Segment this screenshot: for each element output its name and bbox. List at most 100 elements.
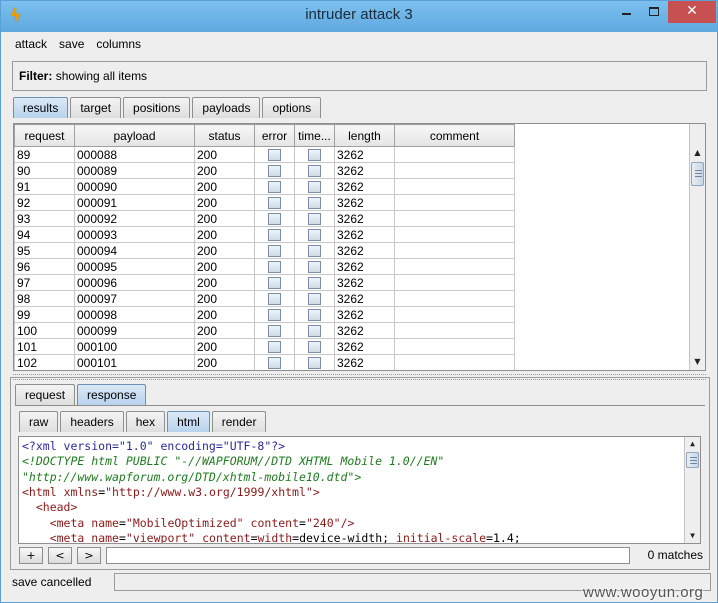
- tab-request[interactable]: request: [15, 384, 76, 405]
- scroll-up-icon[interactable]: ▲: [690, 146, 705, 160]
- cell-comment: [394, 226, 515, 243]
- timeout-checkbox[interactable]: [308, 213, 321, 225]
- maximize-button[interactable]: [640, 1, 668, 23]
- filter-bar[interactable]: Filter: showing all items: [12, 61, 707, 91]
- search-next-button[interactable]: >: [77, 547, 101, 564]
- cell-request: 100: [14, 322, 75, 339]
- error-checkbox[interactable]: [268, 261, 281, 273]
- scroll-thumb[interactable]: [691, 162, 704, 186]
- table-row[interactable]: 99 000098 200 3262: [14, 306, 515, 323]
- tab-target[interactable]: target: [70, 97, 122, 118]
- scroll-down-icon[interactable]: ▼: [690, 355, 705, 369]
- timeout-checkbox[interactable]: [308, 149, 321, 161]
- tab-results[interactable]: results: [13, 97, 69, 118]
- table-row[interactable]: 92 000091 200 3262: [14, 194, 515, 211]
- table-scrollbar[interactable]: ▲ ▼: [689, 124, 705, 370]
- table-row[interactable]: 102 000101 200 3262: [14, 354, 515, 370]
- code-line: <?xml version="1.0" encoding="UTF-8"?>: [22, 439, 286, 453]
- tab-html[interactable]: html: [167, 411, 210, 432]
- column-header-error[interactable]: error: [254, 124, 295, 147]
- title-bar[interactable]: ϟ intruder attack 3 ✕: [1, 1, 717, 32]
- cell-status: 200: [194, 178, 255, 195]
- error-checkbox[interactable]: [268, 197, 281, 209]
- search-input[interactable]: [106, 547, 630, 564]
- cell-request: 97: [14, 274, 75, 291]
- timeout-checkbox[interactable]: [308, 229, 321, 241]
- timeout-checkbox[interactable]: [308, 325, 321, 337]
- search-add-button[interactable]: +: [19, 547, 43, 564]
- cell-payload: 000095: [74, 258, 195, 275]
- tab-hex[interactable]: hex: [125, 411, 166, 432]
- timeout-checkbox[interactable]: [308, 277, 321, 289]
- column-header-status[interactable]: status: [194, 124, 255, 147]
- response-html-view[interactable]: <?xml version="1.0" encoding="UTF-8"?> <!…: [18, 436, 701, 544]
- table-row[interactable]: 94 000093 200 3262: [14, 226, 515, 243]
- column-header-payload[interactable]: payload: [74, 124, 195, 147]
- timeout-checkbox[interactable]: [308, 309, 321, 321]
- table-row[interactable]: 97 000096 200 3262: [14, 274, 515, 291]
- cell-status: 200: [194, 274, 255, 291]
- error-checkbox[interactable]: [268, 341, 281, 353]
- cell-comment: [394, 274, 515, 291]
- table-row[interactable]: 91 000090 200 3262: [14, 178, 515, 195]
- cell-error: [254, 210, 295, 227]
- error-checkbox[interactable]: [268, 213, 281, 225]
- table-row[interactable]: 90 000089 200 3262: [14, 162, 515, 179]
- scroll-thumb[interactable]: [686, 452, 699, 468]
- table-row[interactable]: 93 000092 200 3262: [14, 210, 515, 227]
- timeout-checkbox[interactable]: [308, 165, 321, 177]
- column-header-request[interactable]: request: [14, 124, 75, 147]
- timeout-checkbox[interactable]: [308, 261, 321, 273]
- error-checkbox[interactable]: [268, 277, 281, 289]
- column-header-comment[interactable]: comment: [394, 124, 515, 147]
- tab-options[interactable]: options: [262, 97, 322, 118]
- error-checkbox[interactable]: [268, 229, 281, 241]
- code-line: "http://www.wapforum.org/DTD/xhtml-mobil…: [22, 469, 362, 484]
- error-checkbox[interactable]: [268, 293, 281, 305]
- table-row[interactable]: 101 000100 200 3262: [14, 338, 515, 355]
- column-header-time[interactable]: time...: [294, 124, 335, 147]
- menu-columns[interactable]: columns: [90, 34, 147, 54]
- timeout-checkbox[interactable]: [308, 181, 321, 193]
- error-checkbox[interactable]: [268, 149, 281, 161]
- error-checkbox[interactable]: [268, 245, 281, 257]
- table-row[interactable]: 98 000097 200 3262: [14, 290, 515, 307]
- error-checkbox[interactable]: [268, 181, 281, 193]
- timeout-checkbox[interactable]: [308, 341, 321, 353]
- tab-payloads[interactable]: payloads: [192, 97, 261, 118]
- maximize-icon: [649, 7, 659, 16]
- tab-response[interactable]: response: [77, 384, 147, 405]
- cell-length: 3262: [334, 258, 395, 275]
- timeout-checkbox[interactable]: [308, 197, 321, 209]
- table-row[interactable]: 95 000094 200 3262: [14, 242, 515, 259]
- close-button[interactable]: ✕: [668, 1, 716, 23]
- minimize-button[interactable]: [612, 1, 640, 23]
- tab-headers[interactable]: headers: [60, 411, 124, 432]
- timeout-checkbox[interactable]: [308, 357, 321, 369]
- tab-positions[interactable]: positions: [123, 97, 191, 118]
- timeout-checkbox[interactable]: [308, 293, 321, 305]
- search-prev-button[interactable]: <: [48, 547, 72, 564]
- cell-timeout: [294, 146, 335, 163]
- menu-bar: attack save columns: [9, 34, 711, 54]
- tab-render[interactable]: render: [211, 411, 267, 432]
- error-checkbox[interactable]: [268, 165, 281, 177]
- error-checkbox[interactable]: [268, 309, 281, 321]
- timeout-checkbox[interactable]: [308, 245, 321, 257]
- editor-scrollbar[interactable]: ▲ ▼: [684, 437, 700, 543]
- cell-length: 3262: [334, 210, 395, 227]
- table-row[interactable]: 100 000099 200 3262: [14, 322, 515, 339]
- column-header-length[interactable]: length: [334, 124, 395, 147]
- cell-status: 200: [194, 242, 255, 259]
- tab-raw[interactable]: raw: [19, 411, 59, 432]
- error-checkbox[interactable]: [268, 325, 281, 337]
- error-checkbox[interactable]: [268, 357, 281, 369]
- scroll-down-icon[interactable]: ▼: [685, 529, 700, 543]
- cell-comment: [394, 338, 515, 355]
- cell-length: 3262: [334, 226, 395, 243]
- scroll-up-icon[interactable]: ▲: [685, 437, 700, 451]
- menu-attack[interactable]: attack: [9, 34, 53, 54]
- table-row[interactable]: 89 000088 200 3262: [14, 146, 515, 163]
- table-row[interactable]: 96 000095 200 3262: [14, 258, 515, 275]
- menu-save[interactable]: save: [53, 34, 90, 54]
